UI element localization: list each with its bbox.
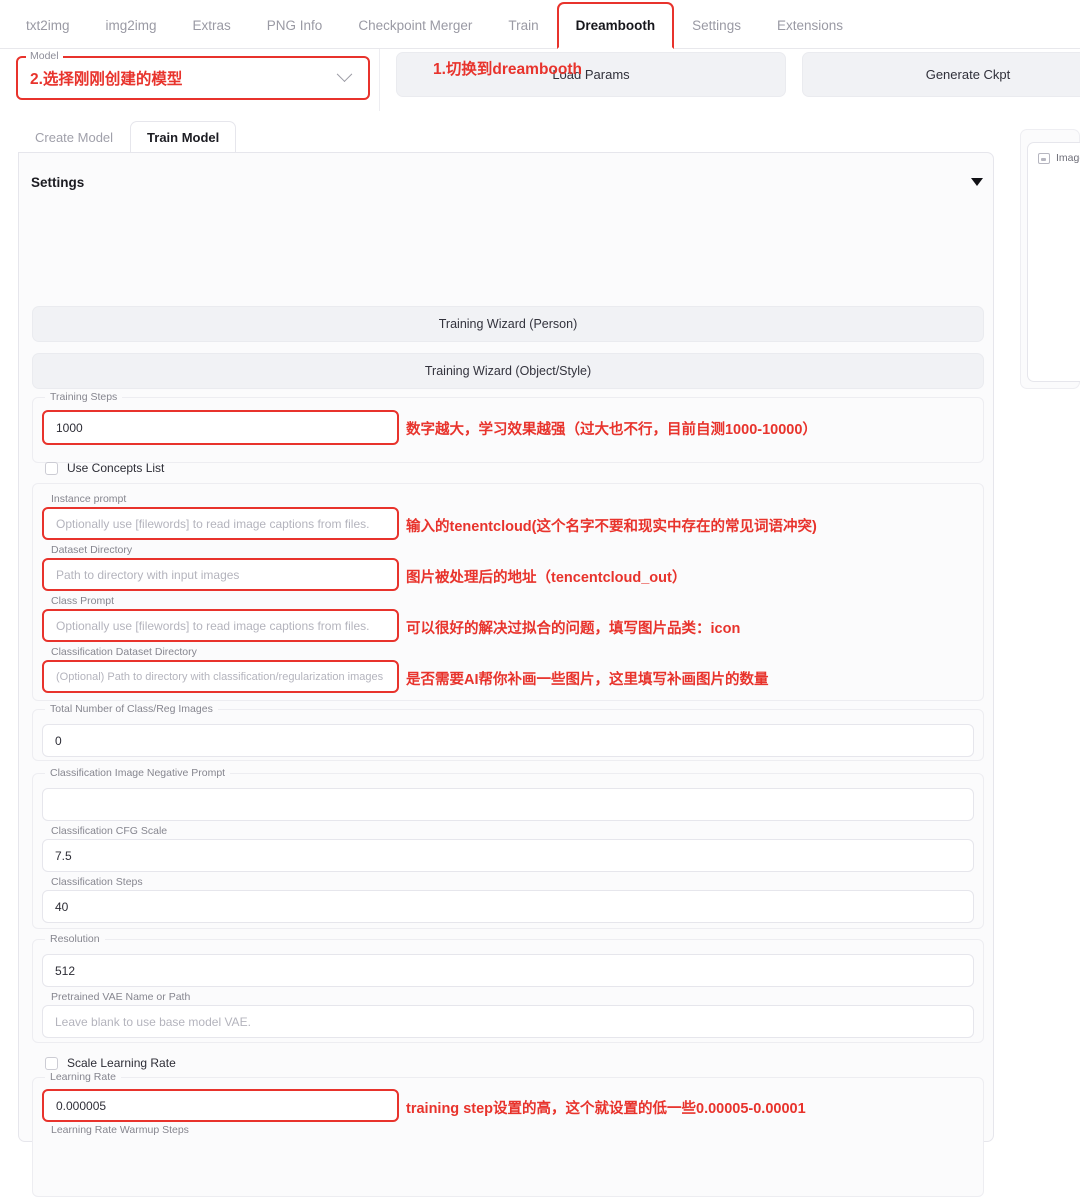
- training-steps-field[interactable]: 1000: [42, 410, 399, 445]
- settings-title: Settings: [31, 175, 84, 190]
- top-navigation-bar: txt2img img2img Extras PNG Info Checkpoi…: [0, 0, 1080, 49]
- annotation-dataset-directory: 图片被处理后的地址（tencentcloud_out）: [406, 566, 686, 587]
- class-prompt-label: Class Prompt: [46, 595, 119, 607]
- total-class-reg-images-field[interactable]: 0: [42, 724, 974, 757]
- nav-tab-extensions[interactable]: Extensions: [759, 1, 861, 48]
- scale-learning-rate-row[interactable]: Scale Learning Rate: [45, 1056, 176, 1070]
- classification-dataset-directory-field[interactable]: (Optional) Path to directory with classi…: [42, 660, 399, 693]
- instance-prompt-input[interactable]: Optionally use [filewords] to read image…: [42, 507, 399, 540]
- nav-tab-train[interactable]: Train: [490, 1, 556, 48]
- classification-negative-prompt-label: Classification Image Negative Prompt: [45, 767, 230, 779]
- model-field-group: Model 2.选择刚刚创建的模型: [16, 50, 379, 108]
- training-wizard-object-style-button[interactable]: Training Wizard (Object/Style): [32, 353, 984, 389]
- chevron-down-icon: [337, 66, 353, 82]
- classification-cfg-scale-field[interactable]: 7.5: [42, 839, 974, 872]
- class-prompt-field[interactable]: Optionally use [filewords] to read image…: [42, 609, 399, 642]
- training-wizard-person-button[interactable]: Training Wizard (Person): [32, 306, 984, 342]
- subtab-train-model[interactable]: Train Model: [130, 121, 236, 154]
- annotation-learning-rate: training step设置的高，这个就设置的低一些0.00005-0.000…: [406, 1097, 806, 1118]
- instance-prompt-label: Instance prompt: [46, 493, 131, 505]
- nav-tab-txt2img[interactable]: txt2img: [8, 1, 88, 48]
- nav-tab-png-info[interactable]: PNG Info: [249, 1, 341, 48]
- pretrained-vae-input[interactable]: Leave blank to use base model VAE.: [42, 1005, 974, 1038]
- lr-warmup-steps-label: Learning Rate Warmup Steps: [46, 1124, 194, 1136]
- classification-steps-input[interactable]: 40: [42, 890, 974, 923]
- classification-steps-field[interactable]: 40: [42, 890, 974, 923]
- class-prompt-input[interactable]: Optionally use [filewords] to read image…: [42, 609, 399, 642]
- classification-steps-label: Classification Steps: [46, 876, 148, 888]
- total-class-reg-images-label: Total Number of Class/Reg Images: [45, 703, 218, 715]
- pretrained-vae-field[interactable]: Leave blank to use base model VAE.: [42, 1005, 974, 1038]
- nav-tab-dreambooth[interactable]: Dreambooth: [557, 2, 675, 49]
- settings-panel-header[interactable]: Settings: [31, 168, 983, 196]
- main-content-column: Create Model Train Model Settings Traini…: [0, 111, 1012, 1031]
- instance-prompt-field[interactable]: Optionally use [filewords] to read image…: [42, 507, 399, 540]
- resolution-field[interactable]: 512: [42, 954, 974, 987]
- annotation-instance-prompt: 输入的tenentcloud(这个名字不要和现实中存在的常见词语冲突): [406, 515, 817, 536]
- training-steps-input[interactable]: 1000: [42, 410, 399, 445]
- nav-tab-settings[interactable]: Settings: [674, 1, 759, 48]
- learning-rate-label: Learning Rate: [45, 1071, 121, 1083]
- use-concepts-list-checkbox[interactable]: [45, 462, 58, 475]
- image-output-header: Image: [1038, 152, 1080, 164]
- annotation-training-steps: 数字越大，学习效果越强（过大也不行，目前自测1000-10000）: [406, 418, 817, 439]
- learning-rate-field[interactable]: 0.000005: [42, 1089, 399, 1122]
- dataset-directory-input[interactable]: Path to directory with input images: [42, 558, 399, 591]
- classification-negative-prompt-field[interactable]: [42, 788, 974, 821]
- nav-tab-extras[interactable]: Extras: [175, 1, 249, 48]
- dataset-directory-field[interactable]: Path to directory with input images: [42, 558, 399, 591]
- image-output-panel: Image: [1027, 142, 1080, 382]
- toolbar-divider: [379, 49, 380, 111]
- classification-dataset-directory-input[interactable]: (Optional) Path to directory with classi…: [42, 660, 399, 693]
- annotation-classification-dataset-directory: 是否需要AI帮你补画一些图片，这里填写补画图片的数量: [406, 668, 769, 689]
- use-concepts-list-label: Use Concepts List: [67, 461, 164, 475]
- image-icon: [1038, 153, 1050, 164]
- resolution-input[interactable]: 512: [42, 954, 974, 987]
- annotation-class-prompt: 可以很好的解决过拟合的问题，填写图片品类：icon: [406, 617, 740, 638]
- model-field-legend: Model: [26, 50, 63, 62]
- classification-dataset-directory-label: Classification Dataset Directory: [46, 646, 202, 658]
- model-dropdown-value: 2.选择刚刚创建的模型: [30, 67, 339, 89]
- subtab-create-model[interactable]: Create Model: [18, 120, 130, 153]
- scale-learning-rate-label: Scale Learning Rate: [67, 1056, 176, 1070]
- pretrained-vae-label: Pretrained VAE Name or Path: [46, 991, 195, 1003]
- dataset-directory-label: Dataset Directory: [46, 544, 137, 556]
- generate-ckpt-button[interactable]: Generate Ckpt: [802, 52, 1080, 97]
- model-subtabs: Create Model Train Model: [18, 120, 236, 153]
- nav-tab-checkpoint-merger[interactable]: Checkpoint Merger: [340, 1, 490, 48]
- model-dropdown[interactable]: 2.选择刚刚创建的模型: [16, 56, 370, 100]
- training-steps-label: Training Steps: [45, 391, 122, 403]
- scale-learning-rate-checkbox[interactable]: [45, 1057, 58, 1070]
- total-class-reg-images-input[interactable]: 0: [42, 724, 974, 757]
- right-output-column: Image: [1012, 111, 1080, 1031]
- resolution-label: Resolution: [45, 933, 105, 945]
- classification-cfg-scale-input[interactable]: 7.5: [42, 839, 974, 872]
- learning-rate-input[interactable]: 0.000005: [42, 1089, 399, 1122]
- nav-tab-img2img[interactable]: img2img: [88, 1, 175, 48]
- classification-negative-prompt-input[interactable]: [42, 788, 974, 821]
- classification-cfg-scale-label: Classification CFG Scale: [46, 825, 172, 837]
- triangle-down-icon[interactable]: [971, 178, 983, 186]
- annotation-switch-to-dreambooth: 1.切换到dreambooth: [433, 57, 582, 79]
- use-concepts-list-row[interactable]: Use Concepts List: [45, 461, 164, 475]
- image-output-label: Image: [1056, 152, 1080, 164]
